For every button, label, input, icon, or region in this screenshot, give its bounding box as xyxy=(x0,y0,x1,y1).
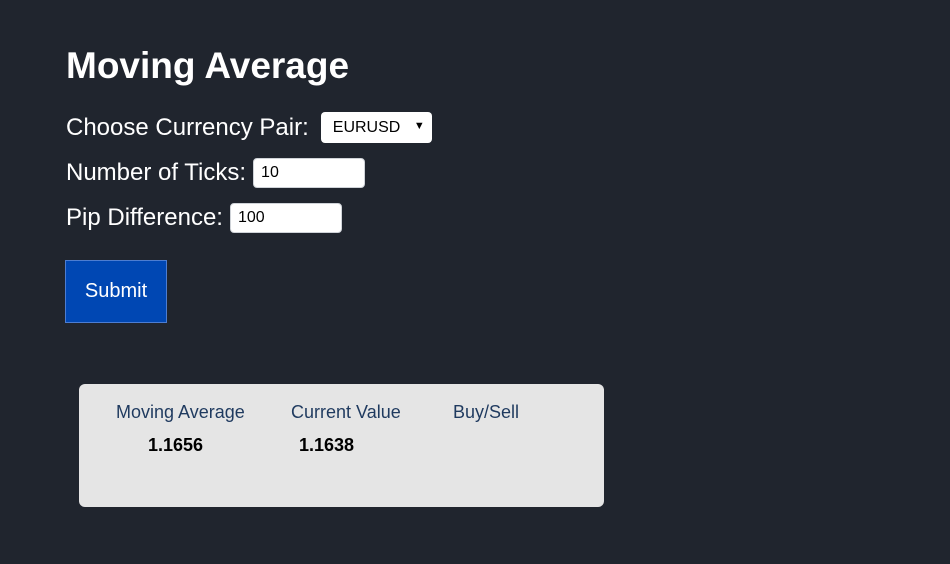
page-title: Moving Average xyxy=(66,45,350,86)
currency-select[interactable]: EURUSD ▼ xyxy=(320,112,432,143)
pip-input[interactable] xyxy=(229,203,342,233)
moving-average-value: 1.1656 xyxy=(148,435,204,455)
currency-selected-value: EURUSD xyxy=(332,118,401,136)
buy-sell-header: Buy/Sell xyxy=(453,402,520,422)
moving-average-header: Moving Average xyxy=(116,402,245,422)
current-value-value: 1.1638 xyxy=(299,435,355,455)
currency-row: Choose Currency Pair: EURUSD ▼ xyxy=(66,112,432,143)
current-value-header: Current Value xyxy=(291,402,401,422)
results-panel: Moving Average Current Value Buy/Sell 1.… xyxy=(79,384,604,507)
ticks-row: Number of Ticks: xyxy=(66,158,366,188)
ticks-label: Number of Ticks: xyxy=(66,159,247,186)
currency-label: Choose Currency Pair: xyxy=(66,113,309,141)
chevron-down-icon: ▼ xyxy=(413,120,425,132)
submit-button[interactable]: Submit xyxy=(65,260,167,323)
ticks-input[interactable] xyxy=(253,158,366,188)
pip-label: Pip Difference: xyxy=(66,204,223,231)
pip-row: Pip Difference: xyxy=(66,203,342,233)
